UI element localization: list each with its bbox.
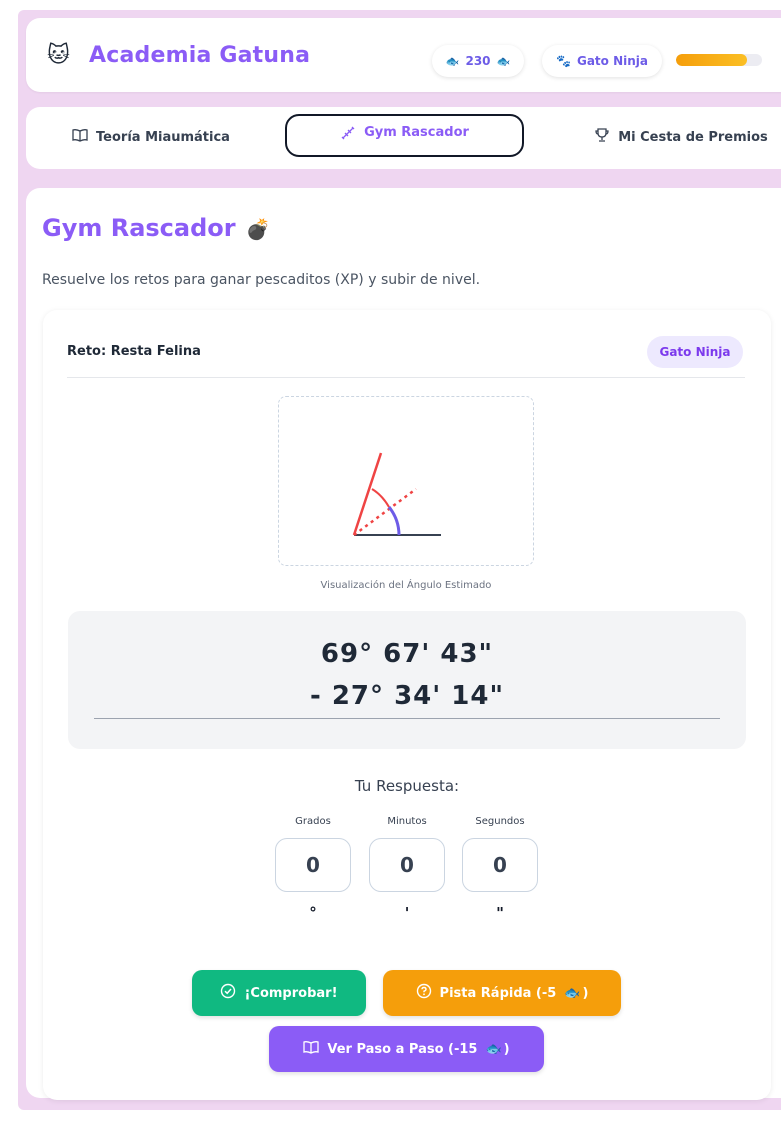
challenge-title: Reto: Resta Felina <box>67 344 201 359</box>
app-title: Academia Gatuna <box>89 43 311 68</box>
degrees-input[interactable] <box>275 838 351 892</box>
level-progress-bar <box>676 54 762 66</box>
tab-label: Teoría Miaumática <box>96 129 230 145</box>
hint-close: ) <box>582 985 589 1001</box>
angle-arc-large <box>371 488 390 508</box>
seconds-unit: " <box>496 904 504 922</box>
tab-label: Mi Cesta de Premios <box>618 129 768 145</box>
tab-gym[interactable]: Gym Rascador <box>285 114 524 157</box>
degrees-field: Grados ° <box>275 816 351 922</box>
level-badge: Gato Ninja <box>647 336 743 368</box>
minuend: 69° 67' 43" <box>320 639 494 669</box>
hint-button-label: Pista Rápida (-5 <box>439 985 557 1001</box>
angle-reference-ray <box>353 487 417 537</box>
subtrahend: - 27° 34' 14" <box>310 681 504 711</box>
check-circle-icon <box>220 983 236 1003</box>
problem-box: 69° 67' 43" - 27° 34' 14" <box>68 611 746 749</box>
cat-logo-icon: 🐱 <box>47 43 70 68</box>
fish-icon: 🐟 <box>564 985 581 1001</box>
app-header: 🐱 Academia Gatuna 🐟 230 🐟 🐾 Gato Ninja <box>26 18 781 92</box>
tab-premios[interactable]: Mi Cesta de Premios <box>566 114 781 160</box>
bomb-icon: 💣 <box>245 217 271 241</box>
book-open-icon <box>303 1040 320 1058</box>
hint-button[interactable]: Pista Rápida (-5 🐟) <box>383 970 621 1016</box>
steps-close: ) <box>503 1041 510 1057</box>
rank-label: Gato Ninja <box>576 54 648 68</box>
tab-label: Gym Rascador <box>364 125 469 140</box>
tab-bar: Teoría Miaumática Gym Rascador Mi Cesta … <box>26 107 781 169</box>
angle-diagram <box>352 452 441 537</box>
step-by-step-button[interactable]: Ver Paso a Paso (-15 🐟) <box>269 1026 544 1072</box>
steps-button-label: Ver Paso a Paso (-15 <box>327 1041 478 1057</box>
angle-arc-small <box>387 506 401 536</box>
answer-title: Tu Respuesta: <box>354 777 460 795</box>
minutes-input[interactable] <box>369 838 445 892</box>
dumbbell-icon <box>340 125 356 145</box>
gym-panel: Gym Rascador 💣 Resuelve los retos para ga… <box>26 188 781 1100</box>
minutes-unit: ' <box>404 904 410 922</box>
fish-icon: 🐟 <box>496 54 511 68</box>
book-icon <box>72 128 88 146</box>
degrees-label: Grados <box>295 816 331 827</box>
degrees-unit: ° <box>309 904 317 922</box>
page-subtitle: Resuelve los retos para ganar pescaditos… <box>42 272 481 288</box>
result-rule <box>94 718 720 719</box>
app-background: 🐱 Academia Gatuna 🐟 230 🐟 🐾 Gato Ninja T… <box>18 10 781 1110</box>
minutes-label: Minutos <box>387 816 427 827</box>
fish-icon: 🐟 <box>485 1041 502 1057</box>
minutes-field: Minutos ' <box>369 816 445 922</box>
xp-counter: 🐟 230 🐟 <box>432 45 524 77</box>
level-progress-fill <box>676 54 747 66</box>
page-title-text: Gym Rascador <box>42 214 236 242</box>
seconds-field: Segundos " <box>462 816 538 922</box>
angle-visualization <box>278 396 534 566</box>
trophy-icon <box>594 127 610 147</box>
seconds-input[interactable] <box>462 838 538 892</box>
fish-icon: 🐟 <box>445 54 460 68</box>
seconds-label: Segundos <box>475 816 525 827</box>
angle-terminal-ray <box>352 452 383 536</box>
xp-value: 230 <box>465 54 491 68</box>
challenge-card: Reto: Resta Felina Gato Ninja Visualizac… <box>43 310 771 1100</box>
paw-icon: 🐾 <box>556 54 571 68</box>
tab-teoria[interactable]: Teoría Miaumática <box>46 114 256 160</box>
check-button[interactable]: ¡Comprobar! <box>192 970 366 1016</box>
rank-badge: 🐾 Gato Ninja <box>542 45 662 77</box>
angle-caption: Visualización del Ángulo Estimado <box>320 580 492 591</box>
page-title: Gym Rascador 💣 <box>42 214 271 242</box>
divider <box>67 377 745 378</box>
help-circle-icon <box>416 983 432 1003</box>
check-button-label: ¡Comprobar! <box>244 985 338 1001</box>
